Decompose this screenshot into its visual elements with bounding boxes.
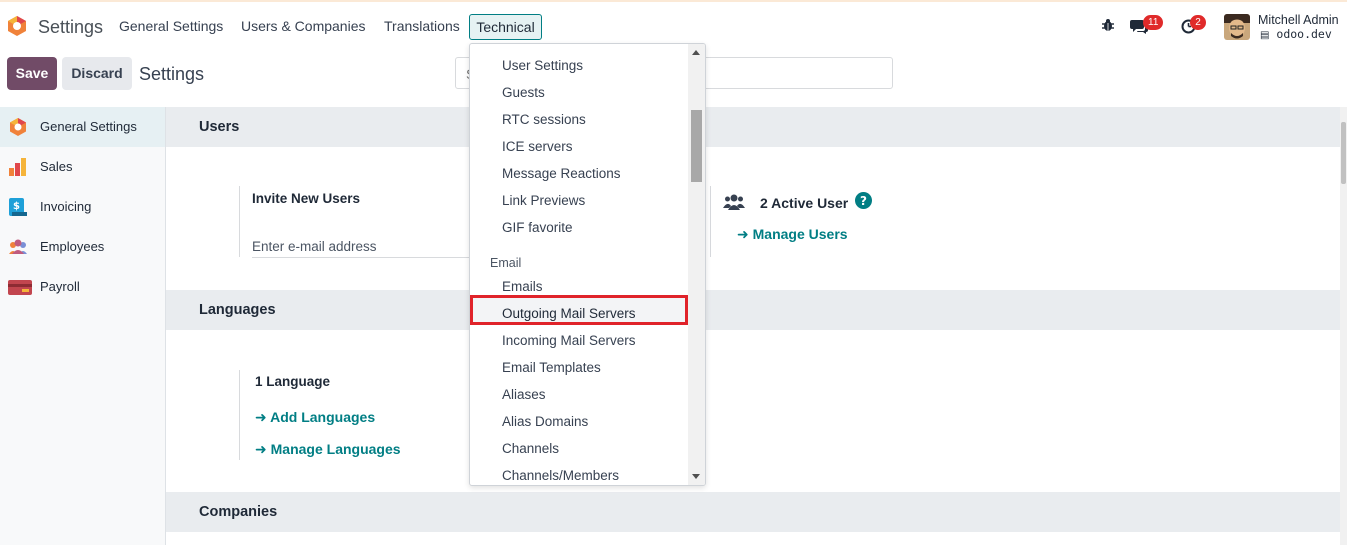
dropdown-item-alias-domains[interactable]: Alias Domains [502,414,588,429]
menu-general-settings[interactable]: General Settings [119,18,223,34]
arrow-right-icon: ➜ [255,442,267,458]
page-scrollbar-thumb[interactable] [1341,122,1346,184]
dropdown-item-message-reactions[interactable]: Message Reactions [502,166,621,181]
divider [710,186,711,257]
dropdown-item-link-previews[interactable]: Link Previews [502,193,585,208]
section-title: Users [199,119,240,135]
manage-languages-label: Manage Languages [270,441,401,457]
sidebar-item-label: General Settings [40,119,137,134]
arrow-right-icon: ➜ [737,227,749,243]
app-title[interactable]: Settings [38,17,103,38]
database-label: odoo.dev [1276,27,1332,41]
database-icon: ▤ [1260,30,1270,41]
discard-button[interactable]: Discard [62,57,132,90]
dropdown-item-outgoing-mail-servers[interactable]: Outgoing Mail Servers [502,306,636,321]
chat-badge: 11 [1143,15,1164,30]
activity-badge: 2 [1190,15,1206,30]
manage-users-label: Manage Users [752,226,848,242]
employees-icon [9,239,27,254]
svg-text:?: ? [860,194,867,208]
section-users-header: Users [166,107,1340,147]
database-name: ▤ odoo.dev [1260,27,1332,41]
dropdown-item-aliases[interactable]: Aliases [502,387,546,402]
section-title: Languages [199,302,276,318]
dropdown-scrollbar-thumb[interactable] [691,110,702,182]
breadcrumb: Settings [139,64,205,84]
sidebar-item-sales[interactable]: Sales [0,147,165,187]
manage-users-link[interactable]: ➜ Manage Users [737,226,848,243]
user-name[interactable]: Mitchell Admin [1258,13,1339,27]
menu-translations[interactable]: Translations [384,18,460,34]
add-languages-link[interactable]: ➜ Add Languages [255,409,375,426]
language-count: 1 Language [255,374,331,389]
sidebar-item-invoicing[interactable]: $ Invoicing [0,187,165,227]
dropdown-item-user-settings[interactable]: User Settings [502,58,583,73]
divider [239,186,240,257]
dropdown-item-email-templates[interactable]: Email Templates [502,360,601,375]
dropdown-item-channels-members[interactable]: Channels/Members [502,468,619,483]
sidebar-item-label: Invoicing [40,199,92,214]
dropdown-item-incoming-mail-servers[interactable]: Incoming Mail Servers [502,333,636,348]
scroll-down-arrow-icon[interactable] [692,474,700,479]
sidebar-item-employees[interactable]: Employees [0,227,165,267]
manage-languages-link[interactable]: ➜ Manage Languages [255,441,401,458]
dropdown-item-channels[interactable]: Channels [502,441,559,456]
dropdown-item-emails[interactable]: Emails [502,279,543,294]
avatar[interactable] [1224,14,1250,40]
settings-sidebar: General Settings Sales $ Invoicing Emplo… [0,107,166,545]
dropdown-item-rtc-sessions[interactable]: RTC sessions [502,112,586,127]
technical-dropdown-menu: User Settings Guests RTC sessions ICE se… [469,43,706,486]
add-languages-label: Add Languages [270,409,376,425]
sales-icon [9,158,26,176]
sidebar-item-label: Employees [40,239,105,254]
settings-content: Users Invite New Users 2 Active User ? ➜… [166,107,1340,545]
save-button[interactable]: Save [7,57,57,90]
invoicing-icon: $ [9,198,27,216]
svg-text:$: $ [13,201,20,212]
invite-users-title: Invite New Users [252,191,361,206]
users-group-icon [723,194,745,210]
active-users-count: 2 Active User [760,195,849,211]
debug-bug-icon[interactable] [1101,18,1115,32]
section-companies-header: Companies [166,492,1340,532]
payroll-icon [8,280,32,295]
sidebar-item-label: Payroll [40,279,80,294]
scroll-up-arrow-icon[interactable] [692,50,700,55]
dropdown-item-ice-servers[interactable]: ICE servers [502,139,573,154]
divider [239,370,240,460]
arrow-right-icon: ➜ [255,410,267,426]
section-title: Companies [199,504,278,520]
odoo-logo-icon [10,118,26,136]
help-icon[interactable]: ? [855,192,872,209]
sidebar-item-payroll[interactable]: Payroll [0,267,165,307]
section-languages-header: Languages [166,290,1340,330]
odoo-logo-icon[interactable] [6,15,28,37]
menu-technical[interactable]: Technical [469,14,542,40]
dropdown-item-guests[interactable]: Guests [502,85,545,100]
sidebar-item-general-settings[interactable]: General Settings [0,107,165,147]
sidebar-item-label: Sales [40,159,73,174]
menu-users-companies[interactable]: Users & Companies [241,18,366,34]
dropdown-item-gif-favorite[interactable]: GIF favorite [502,220,573,235]
top-navbar: Settings General Settings Users & Compan… [0,0,1347,46]
dropdown-section-email: Email [490,256,522,270]
